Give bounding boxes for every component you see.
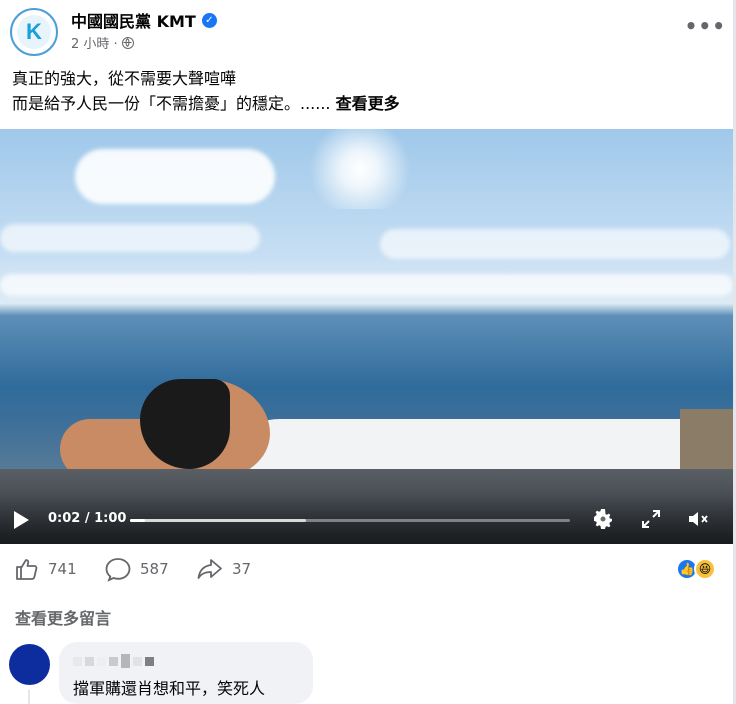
- cloud: [0, 274, 733, 296]
- video-time: 0:02 / 1:00: [48, 511, 127, 526]
- commenter-name-blurred[interactable]: [73, 652, 163, 670]
- settings-gear-icon[interactable]: [590, 506, 616, 532]
- thread-line: [28, 690, 30, 704]
- globe-icon: [121, 36, 134, 49]
- comment-button[interactable]: 587: [104, 556, 169, 582]
- video-player[interactable]: 0:02 / 1:00: [0, 129, 733, 544]
- reaction-summary[interactable]: 👍 😆: [676, 558, 716, 580]
- post-text-line-1: 真正的強大，從不需要大聲喧嘩: [12, 69, 237, 88]
- comment-bubble: 擋軍購還肖想和平，笑死人: [59, 642, 313, 704]
- comment-count: 587: [140, 560, 169, 578]
- play-icon[interactable]: [14, 511, 29, 529]
- sun: [300, 129, 420, 209]
- more-options-icon[interactable]: •••: [685, 14, 726, 38]
- post-header: K 中國國民黨 KMT ✓ 2 小時 · •••: [10, 8, 726, 56]
- page-name[interactable]: 中國國民黨 KMT ✓: [71, 8, 217, 32]
- comment-text: 擋軍購還肖想和平，笑死人: [73, 679, 266, 698]
- post-text-line-2: 而是給予人民一份「不需擔憂」的穩定。......: [12, 94, 331, 113]
- buffered-bar: [130, 519, 306, 522]
- see-more-link[interactable]: 查看更多: [336, 94, 400, 113]
- view-more-comments[interactable]: 查看更多留言: [15, 605, 111, 629]
- share-count: 37: [232, 560, 252, 578]
- commenter-avatar[interactable]: [9, 644, 50, 685]
- cloud: [380, 229, 730, 259]
- post-meta: 2 小時 ·: [71, 33, 134, 52]
- page-name-label[interactable]: 中國國民黨 KMT: [71, 8, 196, 32]
- verified-badge-icon: ✓: [201, 12, 217, 28]
- cloud: [0, 224, 260, 252]
- page-avatar[interactable]: K: [10, 8, 58, 56]
- video-controls: 0:02 / 1:00: [0, 494, 733, 544]
- haha-reaction-icon: 😆: [694, 558, 716, 580]
- action-bar: 741 587 37 👍 😆: [12, 556, 722, 586]
- share-button[interactable]: 37: [196, 556, 251, 582]
- post-timestamp[interactable]: 2 小時 ·: [71, 33, 118, 52]
- like-button[interactable]: 741: [14, 556, 77, 582]
- post-text: 真正的強大，從不需要大聲喧嘩 而是給予人民一份「不需擔憂」的穩定。...... …: [12, 66, 400, 116]
- share-arrow-icon: [197, 559, 222, 579]
- mute-icon[interactable]: [685, 506, 711, 532]
- like-count: 741: [48, 560, 77, 578]
- progress-bar[interactable]: [130, 519, 570, 522]
- comment-bubble-icon: [105, 558, 131, 582]
- fullscreen-icon[interactable]: [638, 506, 664, 532]
- thumbs-up-icon: [16, 559, 38, 580]
- kmt-logo: K: [17, 15, 51, 49]
- cloud: [75, 149, 275, 204]
